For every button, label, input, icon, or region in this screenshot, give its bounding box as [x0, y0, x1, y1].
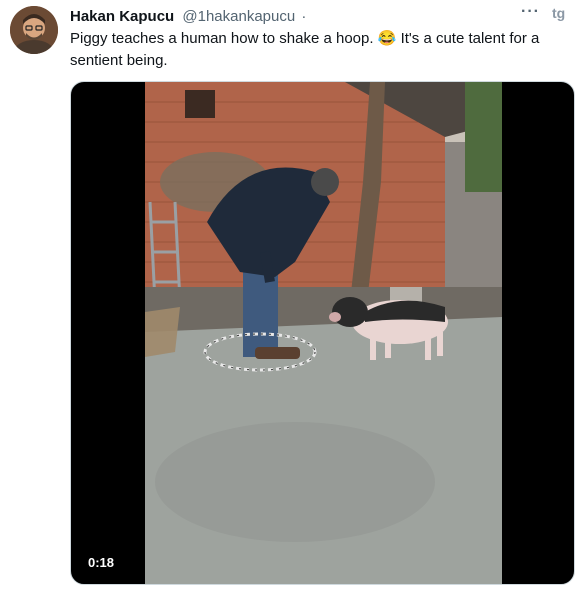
tweet-text-part1: Piggy teaches a human how to shake a hoo… — [70, 30, 378, 47]
author-name[interactable]: Hakan Kapucu — [70, 8, 174, 25]
pig-snout — [329, 312, 341, 322]
tree-foliage — [465, 82, 502, 192]
pig-leg — [370, 334, 376, 360]
video-duration: 0:18 — [83, 553, 120, 572]
man-head — [311, 168, 339, 196]
tweet-header: Hakan Kapucu @1hakankapucu · — [70, 7, 306, 27]
author-avatar[interactable] — [10, 6, 58, 54]
window — [185, 90, 215, 118]
video-frame[interactable] — [145, 82, 502, 584]
video-player[interactable]: 0:18 — [70, 81, 575, 585]
video-scene — [145, 82, 502, 584]
tweet: Hakan Kapucu @1hakankapucu · ··· tg Pigg… — [0, 0, 585, 594]
laughing-emoji-icon: 😂 — [377, 30, 397, 47]
author-handle[interactable]: @1hakankapucu — [182, 8, 295, 25]
pig-head — [332, 297, 368, 327]
more-options-icon[interactable]: ··· — [521, 3, 540, 21]
man-shoes — [255, 347, 300, 359]
separator-dot: · — [301, 8, 307, 25]
tweet-text: Piggy teaches a human how to shake a hoo… — [70, 28, 570, 72]
svg-text:tg: tg — [552, 5, 565, 21]
tg-extension-icon[interactable]: tg — [551, 4, 573, 22]
broom — [145, 307, 180, 357]
